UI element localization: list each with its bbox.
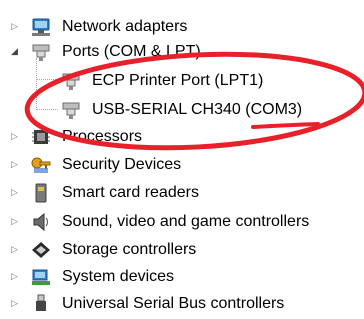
- expand-arrow-icon[interactable]: ▷: [11, 271, 21, 281]
- expand-arrow-icon[interactable]: ▷: [11, 159, 21, 169]
- tree-item-label: Storage controllers: [62, 241, 197, 258]
- tree-item-usb-serial-ch340[interactable]: USB-SERIAL CH340 (COM3): [0, 95, 364, 125]
- port-connector-icon: [60, 71, 82, 91]
- smart-card-reader-icon: [30, 183, 52, 203]
- expand-arrow-icon[interactable]: ▷: [11, 244, 21, 254]
- expand-arrow-icon[interactable]: ▷: [11, 131, 21, 141]
- port-connector-icon: [30, 42, 52, 62]
- network-adapter-icon: [30, 17, 52, 37]
- expand-arrow-icon[interactable]: ▷: [11, 298, 21, 308]
- tree-item-label: Smart card readers: [62, 184, 199, 201]
- tree-item-label: USB-SERIAL CH340 (COM3): [92, 101, 303, 118]
- expand-arrow-icon[interactable]: ▷: [11, 21, 21, 31]
- tree-item-sound-video-game-controllers[interactable]: ▷ Sound, video and game controllers: [0, 207, 364, 237]
- tree-item-label: Sound, video and game controllers: [62, 213, 310, 230]
- device-manager-tree: ▷ Network adapters ◢ Ports (COM & LPT) E…: [0, 0, 364, 312]
- tree-item-system-devices[interactable]: ▷ System devices: [0, 262, 364, 292]
- tree-item-label: Processors: [62, 128, 143, 145]
- expand-arrow-icon[interactable]: ▷: [11, 216, 21, 226]
- tree-item-ports-com-lpt[interactable]: ◢ Ports (COM & LPT): [0, 37, 364, 67]
- tree-item-label: Universal Serial Bus controllers: [62, 295, 285, 312]
- tree-item-usb-controllers[interactable]: ▷ Universal Serial Bus controllers: [0, 289, 364, 319]
- tree-item-label: System devices: [62, 268, 175, 285]
- tree-item-security-devices[interactable]: ▷ Security Devices: [0, 150, 364, 180]
- system-devices-icon: [30, 267, 52, 287]
- tree-item-ecp-printer-port[interactable]: ECP Printer Port (LPT1): [0, 66, 364, 96]
- processor-chip-icon: [30, 127, 52, 147]
- usb-plug-icon: [30, 294, 52, 314]
- storage-controller-icon: [30, 240, 52, 260]
- tree-item-label: Security Devices: [62, 156, 182, 173]
- tree-item-storage-controllers[interactable]: ▷ Storage controllers: [0, 235, 364, 265]
- speaker-icon: [30, 212, 52, 232]
- collapse-arrow-icon[interactable]: ◢: [11, 46, 21, 56]
- tree-item-smart-card-readers[interactable]: ▷ Smart card readers: [0, 178, 364, 208]
- tree-item-label: ECP Printer Port (LPT1): [92, 72, 264, 89]
- tree-item-label: Ports (COM & LPT): [62, 43, 201, 60]
- tree-item-processors[interactable]: ▷ Processors: [0, 122, 364, 152]
- port-connector-icon: [60, 100, 82, 120]
- expand-arrow-icon[interactable]: ▷: [11, 187, 21, 197]
- security-key-icon: [30, 155, 52, 175]
- tree-item-label: Network adapters: [62, 18, 188, 35]
